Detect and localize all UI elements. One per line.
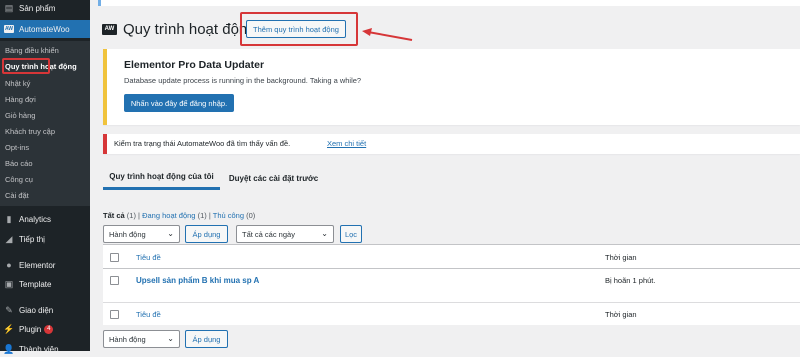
status-filters: Tất cả (1) | Đang hoạt động (1) | Thủ cô…	[103, 211, 255, 220]
view-details-link[interactable]: Xem chi tiết	[327, 139, 366, 148]
top-notice-strip	[98, 0, 800, 6]
row-checkbox[interactable]	[110, 276, 119, 285]
table-footer-row: Tiêu đề Thời gian	[103, 303, 800, 325]
submenu-guests[interactable]: Khách truy cập	[0, 124, 90, 139]
submenu-queue[interactable]: Hàng đợi	[0, 92, 90, 107]
select-all-checkbox-footer[interactable]	[110, 310, 119, 319]
chevron-down-icon: ⌄	[167, 334, 174, 343]
product-icon: ▤	[4, 2, 14, 13]
workflow-time: Bị hoãn 1 phút.	[605, 276, 656, 285]
notice-title: Elementor Pro Data Updater	[124, 59, 265, 71]
filter-separator: |	[138, 211, 140, 220]
filter-all[interactable]: Tất cả (1)	[103, 211, 136, 220]
column-time-footer: Thời gian	[605, 310, 637, 319]
sidebar-item-label: Elementor	[19, 260, 56, 270]
sidebar-item-analytics[interactable]: ▮ Analytics	[0, 211, 90, 227]
template-icon: ▣	[4, 278, 14, 289]
sidebar-item-label: Template	[19, 279, 52, 289]
sidebar-item-marketing[interactable]: ◢ Tiếp thị	[0, 231, 90, 247]
highlight-box-submenu	[2, 58, 50, 74]
workflows-table: Tiêu đề Thời gian Upsell sản phẩm B khi …	[103, 244, 800, 325]
sidebar-item-label: AutomateWoo	[19, 24, 70, 34]
sidebar-item-appearance[interactable]: ✎ Giao diện	[0, 302, 90, 318]
elementor-icon: ●	[6, 260, 12, 270]
sidebar-item-label: Plugin	[19, 324, 42, 334]
plugin-icon: ⚡	[3, 323, 15, 334]
admin-sidebar: ▤ Sản phẩm AW AutomateWoo Bảng điều khiể…	[0, 0, 90, 354]
chevron-down-icon: ⌄	[321, 229, 328, 238]
apply-button-bottom[interactable]: Áp dụng	[185, 330, 228, 348]
sidebar-item-elementor[interactable]: ● Elementor	[0, 257, 90, 273]
select-value: Hành động	[109, 229, 146, 239]
elementor-update-notice: Elementor Pro Data Updater Database upda…	[103, 49, 800, 125]
apply-button[interactable]: Áp dụng	[185, 225, 228, 243]
filter-manual[interactable]: Thủ công (0)	[213, 211, 256, 220]
status-error-notice: Kiểm tra trạng thái AutomateWoo đã tìm t…	[103, 134, 800, 154]
filter-button[interactable]: Lọc	[340, 225, 362, 243]
bulk-action-select-bottom[interactable]: Hành động ⌄	[103, 330, 180, 348]
column-title-footer[interactable]: Tiêu đề	[136, 310, 161, 319]
chevron-down-icon: ⌄	[167, 229, 174, 238]
highlight-box-add-button	[240, 12, 358, 46]
automatewoo-icon: AW	[4, 25, 14, 33]
submenu-settings[interactable]: Cài đặt	[0, 188, 90, 203]
select-value: Tất cả các ngày	[242, 229, 295, 239]
submenu-logs[interactable]: Nhật ký	[0, 76, 90, 91]
select-value: Hành động	[109, 334, 146, 344]
submenu-optins[interactable]: Opt-ins	[0, 140, 90, 155]
analytics-icon: ▮	[6, 213, 12, 224]
page-title: Quy trình hoạt động	[123, 20, 256, 38]
notice-message: Kiểm tra trạng thái AutomateWoo đã tìm t…	[114, 139, 291, 148]
column-time: Thời gian	[605, 253, 637, 262]
sidebar-item-label: Thành viên	[19, 344, 59, 354]
sidebar-item-label: Tiếp thị	[19, 234, 45, 244]
sidebar-item-template[interactable]: ▣ Template	[0, 276, 90, 292]
submenu-carts[interactable]: Giỏ hàng	[0, 108, 90, 123]
annotation-arrow-icon	[362, 28, 413, 41]
notice-message: Database update process is running in th…	[124, 76, 362, 85]
sidebar-item-plugins[interactable]: ⚡ Plugin 4	[0, 321, 90, 337]
tab-my-workflows[interactable]: Quy trình hoạt động của tôi	[103, 166, 220, 190]
submenu-tools[interactable]: Công cụ	[0, 172, 90, 187]
megaphone-icon: ◢	[5, 233, 13, 244]
workflow-title-link[interactable]: Upsell sản phẩm B khi mua sp A	[136, 276, 259, 285]
date-filter-select[interactable]: Tất cả các ngày ⌄	[236, 225, 334, 243]
submenu-reports[interactable]: Báo cáo	[0, 156, 90, 171]
sidebar-item-label: Sản phẩm	[19, 3, 56, 13]
table-header-row: Tiêu đề Thời gian	[103, 245, 800, 269]
sidebar-item-users[interactable]: 👤 Thành viên	[0, 341, 90, 357]
sidebar-item-label: Analytics	[19, 214, 52, 224]
select-all-checkbox[interactable]	[110, 253, 119, 262]
filter-active[interactable]: Đang hoạt động (1)	[142, 211, 207, 220]
elementor-login-button[interactable]: Nhấn vào đây để đăng nhập.	[124, 94, 234, 112]
sidebar-item-automatewoo[interactable]: AW AutomateWoo	[0, 20, 90, 38]
sidebar-item-products[interactable]: ▤ Sản phẩm	[0, 0, 90, 16]
column-title[interactable]: Tiêu đề	[136, 253, 161, 262]
automatewoo-logo-icon: AW	[102, 23, 117, 35]
users-icon: 👤	[3, 343, 15, 354]
sidebar-item-label: Giao diện	[19, 305, 54, 315]
page-header: AW Quy trình hoạt động	[102, 18, 256, 40]
submenu-dashboard[interactable]: Bảng điều khiển	[0, 43, 90, 58]
tab-browse-presets[interactable]: Duyệt các cài đặt trước	[226, 166, 321, 190]
bulk-action-select[interactable]: Hành động ⌄	[103, 225, 180, 243]
filter-separator: |	[208, 211, 211, 220]
table-row: Upsell sản phẩm B khi mua sp A Bị hoãn 1…	[103, 269, 800, 303]
paintbrush-icon: ✎	[5, 304, 13, 315]
plugin-update-badge: 4	[44, 324, 54, 334]
